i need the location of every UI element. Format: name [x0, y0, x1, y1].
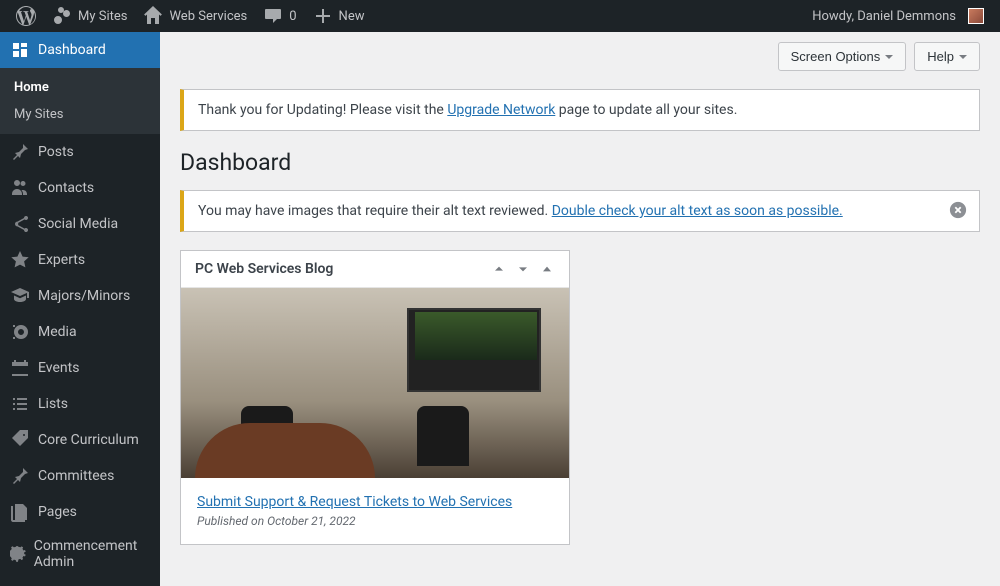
- chevron-down-icon[interactable]: [515, 261, 531, 277]
- dismiss-button[interactable]: [949, 201, 969, 221]
- chevron-up-icon[interactable]: [491, 261, 507, 277]
- site-name-link[interactable]: Web Services: [135, 0, 255, 32]
- avatar: [968, 8, 984, 24]
- wordpress-icon: [16, 6, 36, 26]
- pin-icon: [10, 466, 30, 486]
- graduation-icon: [10, 286, 30, 306]
- dashboard-icon: [10, 40, 30, 60]
- home-icon: [143, 6, 163, 26]
- page-title: Dashboard: [180, 149, 980, 176]
- share-icon: [10, 214, 30, 234]
- menu-posts[interactable]: Posts: [0, 134, 160, 170]
- wp-logo[interactable]: [8, 0, 44, 32]
- menu-pages[interactable]: Pages: [0, 494, 160, 530]
- admin-bar: My Sites Web Services 0 New Howdy, Danie…: [0, 0, 1000, 32]
- submenu-home[interactable]: Home: [0, 74, 160, 101]
- alt-text-notice: You may have images that require their a…: [180, 190, 980, 232]
- close-icon: [949, 201, 967, 219]
- menu-contacts[interactable]: Contacts: [0, 170, 160, 206]
- menu-media[interactable]: Media: [0, 314, 160, 350]
- howdy-account[interactable]: Howdy, Daniel Demmons: [804, 0, 992, 32]
- menu-lists[interactable]: Lists: [0, 386, 160, 422]
- media-icon: [10, 322, 30, 342]
- pages-icon: [10, 502, 30, 522]
- admin-sidebar: Dashboard Home My Sites Posts Contacts S…: [0, 32, 160, 586]
- upgrade-network-link[interactable]: Upgrade Network: [447, 102, 555, 118]
- blog-widget: PC Web Services Blog Submit Support & Re…: [180, 250, 570, 545]
- alt-text-link[interactable]: Double check your alt text as soon as po…: [552, 203, 843, 219]
- menu-commencement-admin[interactable]: Commencement Admin: [0, 530, 160, 578]
- menu-social-media[interactable]: Social Media: [0, 206, 160, 242]
- widget-title: PC Web Services Blog: [195, 261, 333, 277]
- menu-experts[interactable]: Experts: [0, 242, 160, 278]
- tag-icon: [10, 430, 30, 450]
- blog-post-meta: Published on October 21, 2022: [197, 514, 553, 528]
- list-icon: [10, 394, 30, 414]
- content-area: Screen Options Help Thank you for Updati…: [160, 32, 1000, 586]
- calendar-icon: [10, 358, 30, 378]
- menu-committees[interactable]: Committees: [0, 458, 160, 494]
- collapse-icon[interactable]: [539, 261, 555, 277]
- blog-post-link[interactable]: Submit Support & Request Tickets to Web …: [197, 494, 512, 510]
- menu-core-curriculum[interactable]: Core Curriculum: [0, 422, 160, 458]
- help-button[interactable]: Help: [914, 42, 980, 71]
- menu-majors-minors[interactable]: Majors/Minors: [0, 278, 160, 314]
- menu-dashboard[interactable]: Dashboard: [0, 32, 160, 68]
- new-link[interactable]: New: [305, 0, 373, 32]
- update-notice: Thank you for Updating! Please visit the…: [180, 89, 980, 131]
- comment-icon: [263, 6, 283, 26]
- screen-options-button[interactable]: Screen Options: [778, 42, 907, 71]
- gear-icon: [10, 544, 26, 564]
- plus-icon: [313, 6, 333, 26]
- menu-events[interactable]: Events: [0, 350, 160, 386]
- comments-link[interactable]: 0: [255, 0, 304, 32]
- submenu-my-sites[interactable]: My Sites: [0, 101, 160, 128]
- users-icon: [10, 178, 30, 198]
- star-icon: [10, 250, 30, 270]
- menu-deans-list-admin[interactable]: Deans List Admin: [0, 578, 160, 586]
- my-sites-link[interactable]: My Sites: [44, 0, 135, 32]
- multisite-icon: [52, 6, 72, 26]
- pin-icon: [10, 142, 30, 162]
- blog-featured-image: [181, 288, 569, 478]
